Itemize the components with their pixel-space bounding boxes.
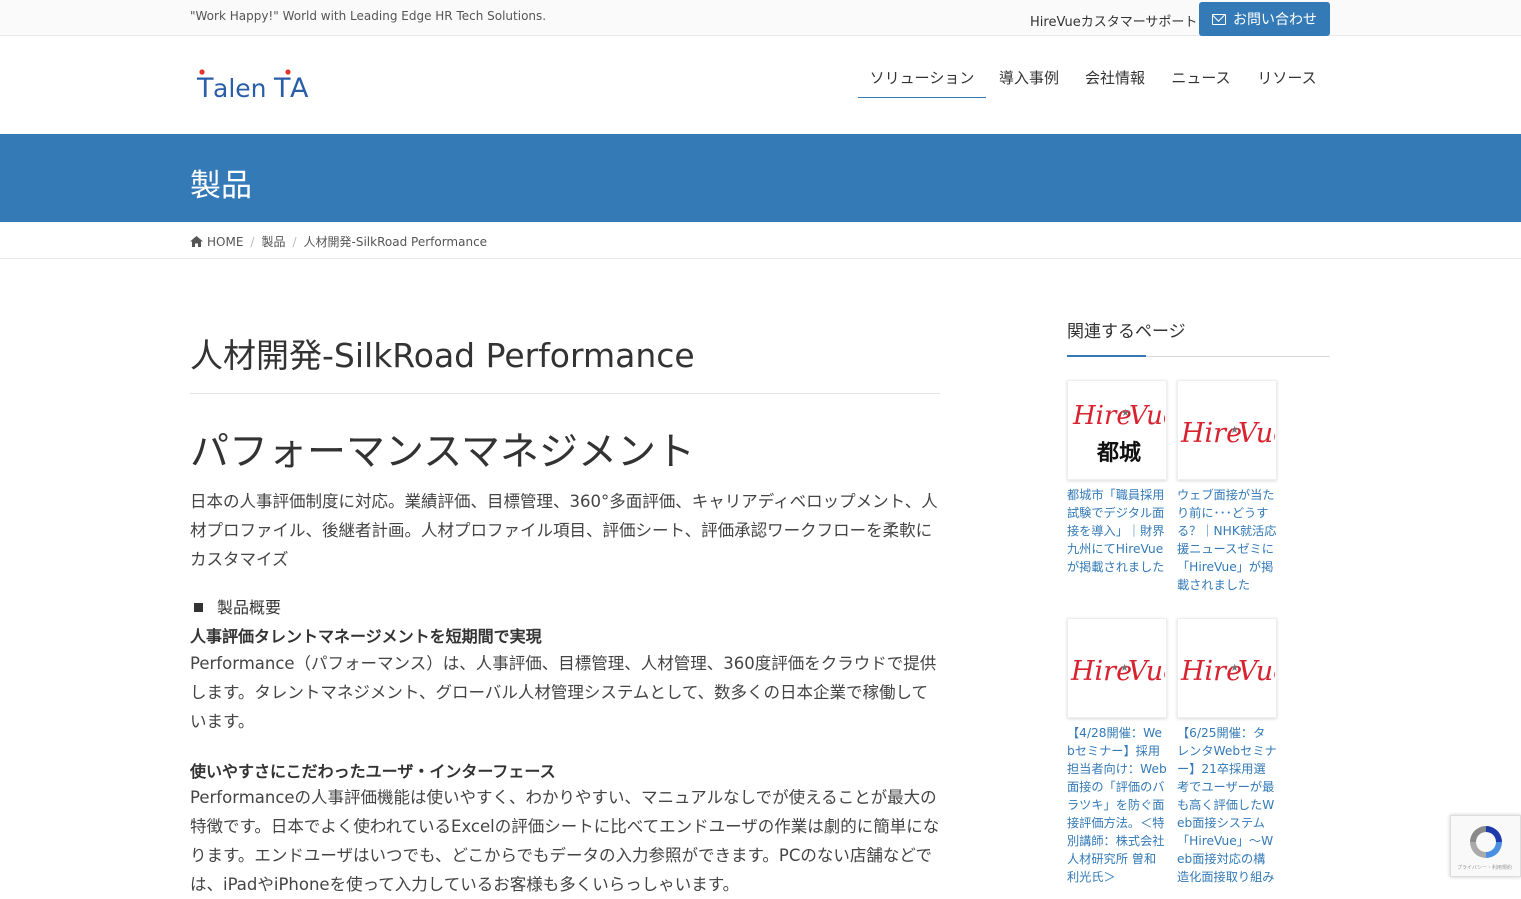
- recaptcha-caption: プライバシー・利用規約: [1457, 865, 1512, 871]
- breadcrumb-separator: /: [250, 234, 255, 249]
- nav-item-case-studies[interactable]: 導入事例: [986, 36, 1072, 134]
- top-bar: "Work Happy!" World with Leading Edge HR…: [0, 0, 1521, 36]
- nav-item-company[interactable]: 会社情報: [1072, 36, 1158, 134]
- customer-support-link[interactable]: HireVueカスタマーサポート: [1030, 11, 1197, 30]
- page-title: 人材開発-SilkRoad Performance: [190, 329, 940, 394]
- breadcrumb-separator: /: [292, 234, 297, 249]
- recaptcha-badge[interactable]: プライバシー・利用規約: [1450, 815, 1521, 877]
- tagline: "Work Happy!" World with Leading Edge HR…: [190, 9, 547, 23]
- svg-text:Vue: Vue: [1238, 656, 1275, 687]
- page-title-band: 製品: [0, 134, 1521, 222]
- related-card[interactable]: Hire ★ Vue ウェブ面接が当たり前に･･･どうする？｜NHK就活応援ニュ…: [1177, 380, 1277, 594]
- contact-button[interactable]: お問い合わせ: [1199, 2, 1330, 36]
- recaptcha-icon: [1470, 826, 1502, 858]
- hirevue-logo-icon: Hire ★ Vue: [1070, 656, 1165, 687]
- site-logo[interactable]: T alen T A: [197, 66, 317, 106]
- svg-text:A: A: [290, 73, 309, 104]
- related-card-caption[interactable]: ウェブ面接が当たり前に･･･どうする？｜NHK就活応援ニュースゼミに「HireV…: [1177, 486, 1277, 594]
- related-card-caption[interactable]: 【4/28開催：Webセミナー】採用担当者向け：Web面接の「評価のバラツキ」を…: [1067, 724, 1167, 886]
- svg-text:Vue: Vue: [1128, 656, 1165, 687]
- hirevue-logo-icon: Hire ★ Vue: [1180, 418, 1275, 449]
- breadcrumb-home[interactable]: HOME: [207, 235, 243, 249]
- overview-label: 製品概要: [190, 594, 281, 618]
- contact-button-label: お問い合わせ: [1233, 12, 1317, 28]
- hirevue-logo-icon: Hire ★ Vue 都城: [1072, 401, 1165, 466]
- home-icon: [190, 236, 203, 247]
- hirevue-thumbnail[interactable]: Hire ★ Vue: [1177, 380, 1277, 480]
- band-title: 製品: [190, 168, 252, 204]
- hirevue-thumbnail[interactable]: Hire ★ Vue: [1177, 618, 1277, 718]
- related-card-caption[interactable]: 【6/25開催：タレンタWebセミナー】21卒採用選考でユーザーが最も高く評価し…: [1177, 724, 1277, 886]
- breadcrumb-products[interactable]: 製品: [261, 233, 285, 250]
- body-talent-management: Performance（パフォーマンス）は、人事評価、目標管理、人材管理、360…: [190, 654, 937, 731]
- svg-text:Vue: Vue: [1129, 401, 1165, 431]
- hirevue-thumbnail[interactable]: Hire ★ Vue: [1067, 618, 1167, 718]
- breadcrumb-current: 人材開発-SilkRoad Performance: [303, 235, 488, 249]
- related-card[interactable]: Hire ★ Vue 【6/25開催：タレンタWebセミナー】21卒採用選考でユ…: [1177, 618, 1277, 886]
- svg-text:T: T: [273, 73, 291, 104]
- hirevue-thumbnail[interactable]: Hire ★ Vue 都城: [1067, 380, 1167, 480]
- related-pages-title: 関連するページ: [1067, 317, 1330, 357]
- svg-text:都城: 都城: [1096, 440, 1141, 466]
- subheading-talent-management: 人事評価タレントマネージメントを短期間で実現: [190, 627, 542, 646]
- section-heading: パフォーマンスマネジメント: [190, 430, 696, 475]
- site-header: T alen T A ソリューション 導入事例 会社情報 ニュース リソース: [0, 36, 1521, 134]
- envelope-icon: [1212, 13, 1226, 25]
- svg-text:Vue: Vue: [1238, 418, 1275, 449]
- main-nav: ソリューション 導入事例 会社情報 ニュース リソース: [858, 36, 1330, 134]
- subheading-user-interface: 使いやすさにこだわったユーザ・インターフェース: [190, 762, 556, 781]
- body-user-interface: Performanceの人事評価機能は使いやすく、わかりやすい、マニュアルなしで…: [190, 788, 940, 894]
- svg-text:T: T: [197, 73, 214, 104]
- breadcrumb: HOME / 製品 / 人材開発-SilkRoad Performance: [0, 222, 1521, 259]
- lead-text: 日本の人事評価制度に対応。業績評価、目標管理、360°多面評価、キャリアディベロ…: [190, 492, 938, 569]
- talenta-logo-icon: T alen T A: [197, 69, 309, 104]
- square-bullet-icon: [194, 603, 203, 612]
- nav-item-solutions[interactable]: ソリューション: [858, 36, 986, 134]
- hirevue-logo-icon: Hire ★ Vue: [1180, 656, 1275, 687]
- related-card[interactable]: Hire ★ Vue 【4/28開催：Webセミナー】採用担当者向け：Web面接…: [1067, 618, 1167, 886]
- nav-item-resources[interactable]: リソース: [1244, 36, 1330, 134]
- related-card-caption[interactable]: 都城市「職員採用試験でデジタル面接を導入」｜財界九州にてHireVueが掲載され…: [1067, 486, 1167, 576]
- related-card[interactable]: Hire ★ Vue 都城 都城市「職員採用試験でデジタル面接を導入」｜財界九州…: [1067, 380, 1167, 576]
- nav-item-news[interactable]: ニュース: [1158, 36, 1244, 134]
- svg-text:alen: alen: [213, 74, 267, 103]
